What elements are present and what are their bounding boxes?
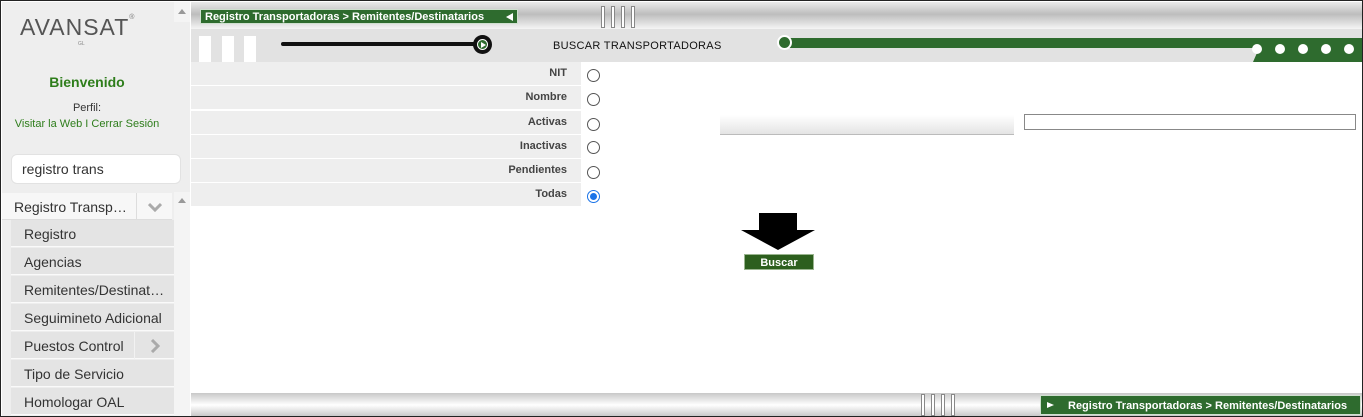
- menu-item-puestos-control[interactable]: Puestos Control: [11, 332, 174, 359]
- logo-sub: GL: [78, 41, 85, 47]
- grip-icon: [621, 6, 625, 28]
- grip-icon: [921, 394, 925, 416]
- breadcrumb-text: Registro Transportadoras > Remitentes/De…: [1068, 400, 1348, 412]
- sidebar: AVANSAT® GL Bienvenido Perfil: Visitar l…: [2, 2, 190, 416]
- radio-nombre[interactable]: [587, 93, 600, 106]
- grip-icon: [601, 6, 605, 28]
- menu-item-label: Tipo de Servicio: [24, 366, 124, 382]
- option-label-nit: NIT: [549, 67, 567, 79]
- user-links: Visitar la Web I Cerrar Sesión: [2, 118, 172, 130]
- collapse-triangle-icon[interactable]: [506, 13, 513, 21]
- menu-item-tipo-servicio[interactable]: Tipo de Servicio: [11, 360, 174, 387]
- menu-item-homologar-oal[interactable]: Homologar OAL: [11, 388, 174, 415]
- dot-icon: [1344, 44, 1354, 54]
- chevron-right-icon[interactable]: [134, 332, 174, 359]
- radio-inactivas[interactable]: [587, 141, 600, 154]
- decor-block: [222, 36, 234, 62]
- grip-icon: [931, 394, 935, 416]
- dot-icon: [1252, 44, 1262, 54]
- breadcrumb-top[interactable]: Registro Transportadoras > Remitentes/De…: [200, 9, 518, 24]
- option-label-inactivas: Inactivas: [519, 140, 567, 152]
- grip-icon: [941, 394, 945, 416]
- arrow-down-icon: [741, 213, 815, 250]
- form-row-pendientes: Pendientes: [191, 159, 581, 183]
- search-value-input[interactable]: [1024, 114, 1356, 130]
- menu-search-input[interactable]: registro trans: [11, 154, 181, 184]
- menu-item-label: Registro: [24, 226, 77, 242]
- section-title: BUSCAR TRANSPORTADORAS: [553, 40, 722, 52]
- breadcrumb-text: Registro Transportadoras > Remitentes/De…: [205, 11, 485, 23]
- visit-web-link[interactable]: Visitar la Web: [15, 118, 82, 130]
- decor-block: [244, 36, 256, 62]
- option-label-todas: Todas: [535, 188, 567, 200]
- menu-item-label: Agencias: [24, 254, 82, 270]
- logout-link[interactable]: Cerrar Sesión: [91, 118, 159, 130]
- option-label-pendientes: Pendientes: [508, 164, 567, 176]
- bottom-bar: Registro Transportadoras > Remitentes/De…: [191, 393, 1362, 416]
- dot-icon: [1298, 44, 1308, 54]
- form-row-nit: NIT: [191, 62, 581, 86]
- app-window: AVANSAT® GL Bienvenido Perfil: Visitar l…: [0, 0, 1363, 417]
- grip-icon: [951, 394, 955, 416]
- radio-activas[interactable]: [587, 118, 600, 131]
- profile-label: Perfil:: [72, 102, 102, 114]
- play-icon[interactable]: [473, 35, 492, 54]
- chevron-down-icon[interactable]: [136, 193, 172, 220]
- search-field-label-strip: [720, 115, 1014, 135]
- option-label-nombre: Nombre: [525, 91, 567, 103]
- menu-item-agencias[interactable]: Agencias: [11, 248, 174, 275]
- menu-item-seguimiento-adicional[interactable]: Seguimineto Adicional: [11, 304, 174, 331]
- logo: AVANSAT® GL: [20, 14, 160, 47]
- option-label-activas: Activas: [527, 116, 567, 128]
- grip-icon: [631, 6, 635, 28]
- section-header: BUSCAR TRANSPORTADORAS: [191, 29, 1362, 62]
- radio-nit[interactable]: [587, 69, 600, 82]
- form-row-activas: Activas: [191, 111, 581, 135]
- dot-icon: [1321, 44, 1331, 54]
- progress-line: [281, 42, 481, 46]
- logo-text: AVANSAT: [20, 14, 130, 40]
- menu-item-label: Remitentes/Destinatarios: [24, 282, 170, 298]
- green-knob-icon: [777, 35, 792, 50]
- logo-mark: ®: [129, 14, 135, 21]
- scroll-up-icon[interactable]: [178, 9, 186, 14]
- menu-item-label: Puestos Control: [24, 338, 124, 354]
- sidebar-scrollbar-top[interactable]: [174, 2, 190, 22]
- menu-item-label: Seguimineto Adicional: [24, 310, 162, 326]
- form-row-todas: Todas: [191, 183, 581, 207]
- dot-icon: [1275, 44, 1285, 54]
- menu-item-remitentes-destinatarios[interactable]: Remitentes/Destinatarios: [11, 276, 174, 303]
- form-row-inactivas: Inactivas: [191, 135, 581, 159]
- radio-pendientes[interactable]: [587, 166, 600, 179]
- menu-item-label: Homologar OAL: [24, 394, 125, 410]
- breadcrumb-bottom[interactable]: Registro Transportadoras > Remitentes/De…: [1040, 395, 1361, 415]
- top-bar: Registro Transportadoras > Remitentes/De…: [191, 2, 1362, 29]
- menu-group-label: Registro Transportadoras: [14, 199, 132, 215]
- radio-todas[interactable]: [587, 190, 600, 203]
- search-button[interactable]: Buscar: [744, 254, 814, 270]
- scroll-up-icon[interactable]: [178, 198, 186, 203]
- form-row-nombre: Nombre: [191, 86, 581, 110]
- grip-icon: [611, 6, 615, 28]
- menu-item-registro[interactable]: Registro: [11, 220, 174, 247]
- decor-block: [199, 36, 211, 62]
- menu-group-registro-transportadoras[interactable]: Registro Transportadoras: [2, 193, 172, 220]
- welcome-text: Bienvenido: [49, 74, 125, 90]
- sidebar-scrollbar[interactable]: [174, 192, 190, 416]
- link-separator: I: [82, 118, 92, 130]
- expand-triangle-icon[interactable]: [1047, 402, 1054, 408]
